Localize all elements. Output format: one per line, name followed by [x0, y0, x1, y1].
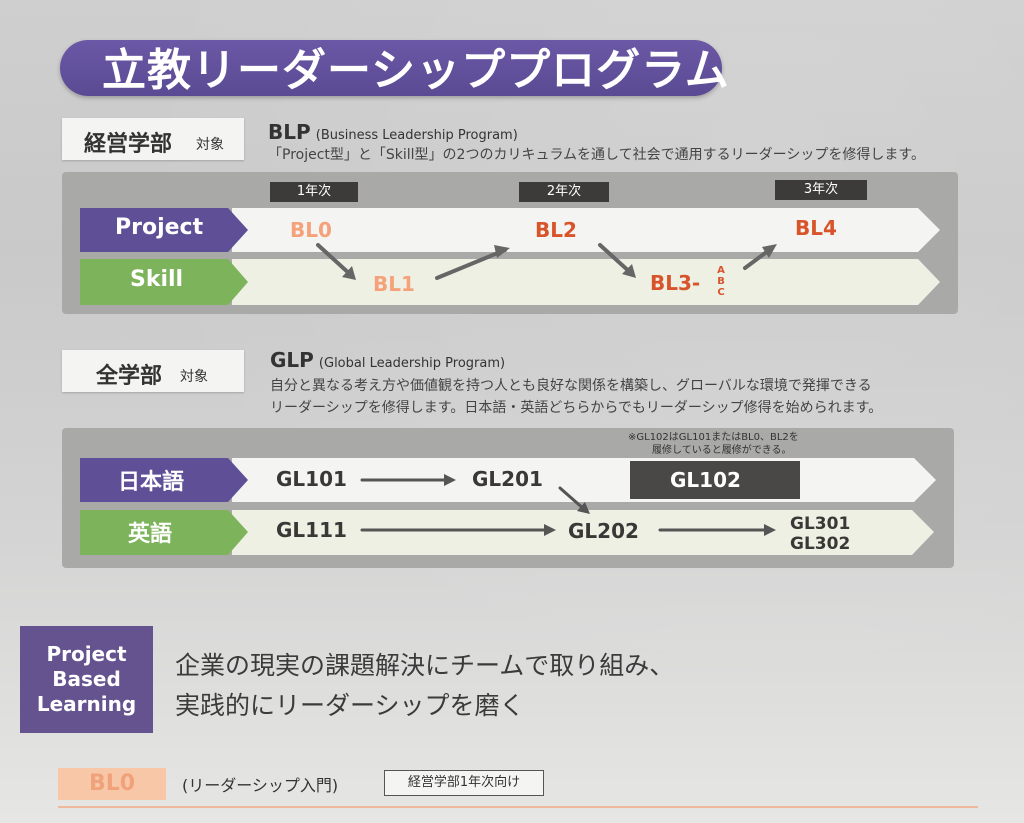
pbl-box: Project Based Learning [20, 626, 153, 733]
course-gl101: GL101 [276, 467, 347, 491]
pbl-label-line-3: Learning [36, 692, 137, 716]
course-gl301: GL301 [790, 514, 851, 534]
bl0-subtitle: (リーダーシップ入門) [182, 776, 339, 795]
pbl-label-line-1: Project [46, 642, 127, 666]
course-gl302: GL302 [790, 534, 851, 554]
bl0-code: BL0 [88, 771, 136, 796]
track-label-english: 英語 [128, 522, 173, 547]
bl0-divider [58, 806, 978, 808]
pbl-tagline-line-1: 企業の現実の課題解決にチームで取り組み、 [175, 651, 675, 680]
pbl-label-line-2: Based [52, 667, 121, 691]
course-gl202: GL202 [568, 519, 639, 543]
course-gl111: GL111 [276, 518, 347, 542]
course-gl102: GL102 [670, 468, 741, 492]
track-label-japanese: 日本語 [118, 470, 185, 495]
bl0-target-badge: 経営学部1年次向け [384, 770, 544, 796]
course-gl201: GL201 [472, 467, 543, 491]
pbl-tagline-line-2: 実践的にリーダーシップを磨く [175, 691, 525, 720]
